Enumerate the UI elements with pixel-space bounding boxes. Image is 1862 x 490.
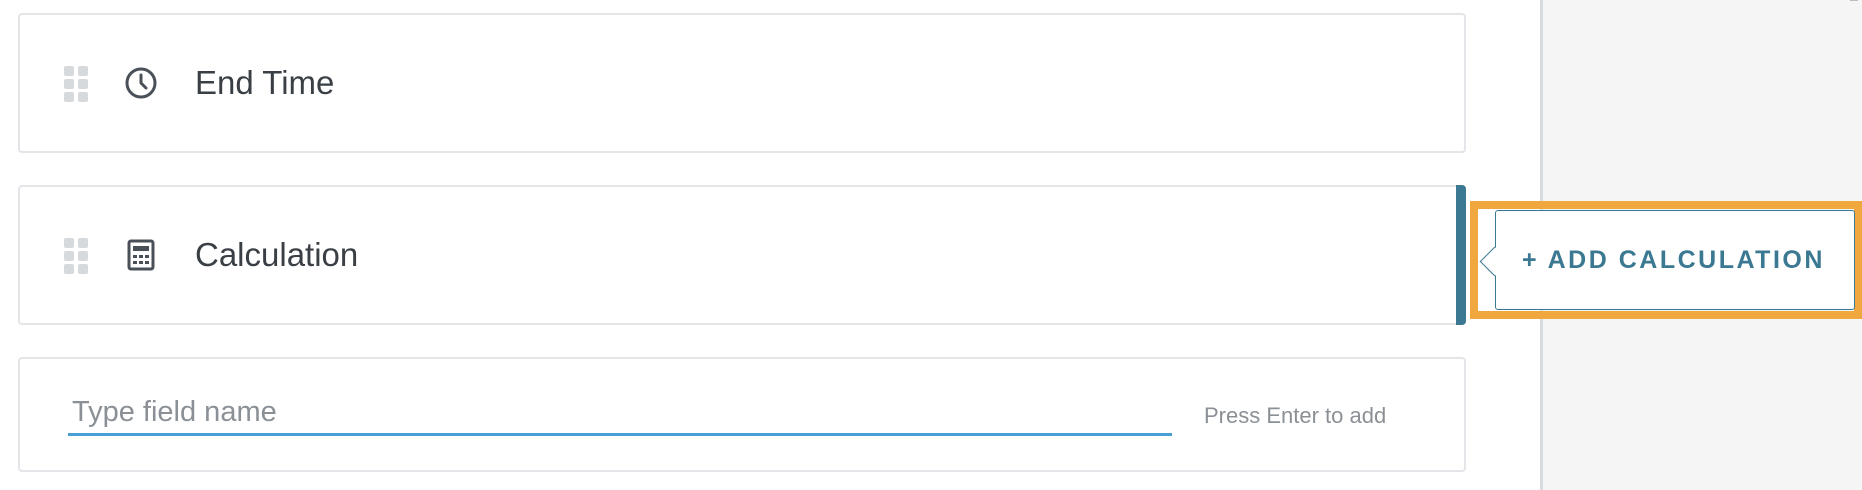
new-field-row: Press Enter to add xyxy=(18,357,1466,472)
add-calculation-button[interactable]: + ADD CALCULATION xyxy=(1496,211,1854,309)
add-calculation-popover: + ADD CALCULATION xyxy=(1479,210,1855,310)
field-label: End Time xyxy=(195,64,335,101)
drag-handle-icon[interactable] xyxy=(64,66,88,102)
field-label: Calculation xyxy=(195,236,359,273)
field-name-input[interactable] xyxy=(68,392,1172,436)
field-row-calculation[interactable]: Calculation xyxy=(18,185,1466,325)
clock-icon xyxy=(125,67,157,99)
field-row-end-time[interactable]: End Time xyxy=(18,13,1466,153)
panel-edge-mark xyxy=(1850,0,1858,4)
enter-hint: Press Enter to add xyxy=(1204,403,1387,428)
drag-handle-icon[interactable] xyxy=(64,238,88,274)
calculator-icon xyxy=(127,239,155,271)
selected-indicator xyxy=(1456,185,1466,325)
